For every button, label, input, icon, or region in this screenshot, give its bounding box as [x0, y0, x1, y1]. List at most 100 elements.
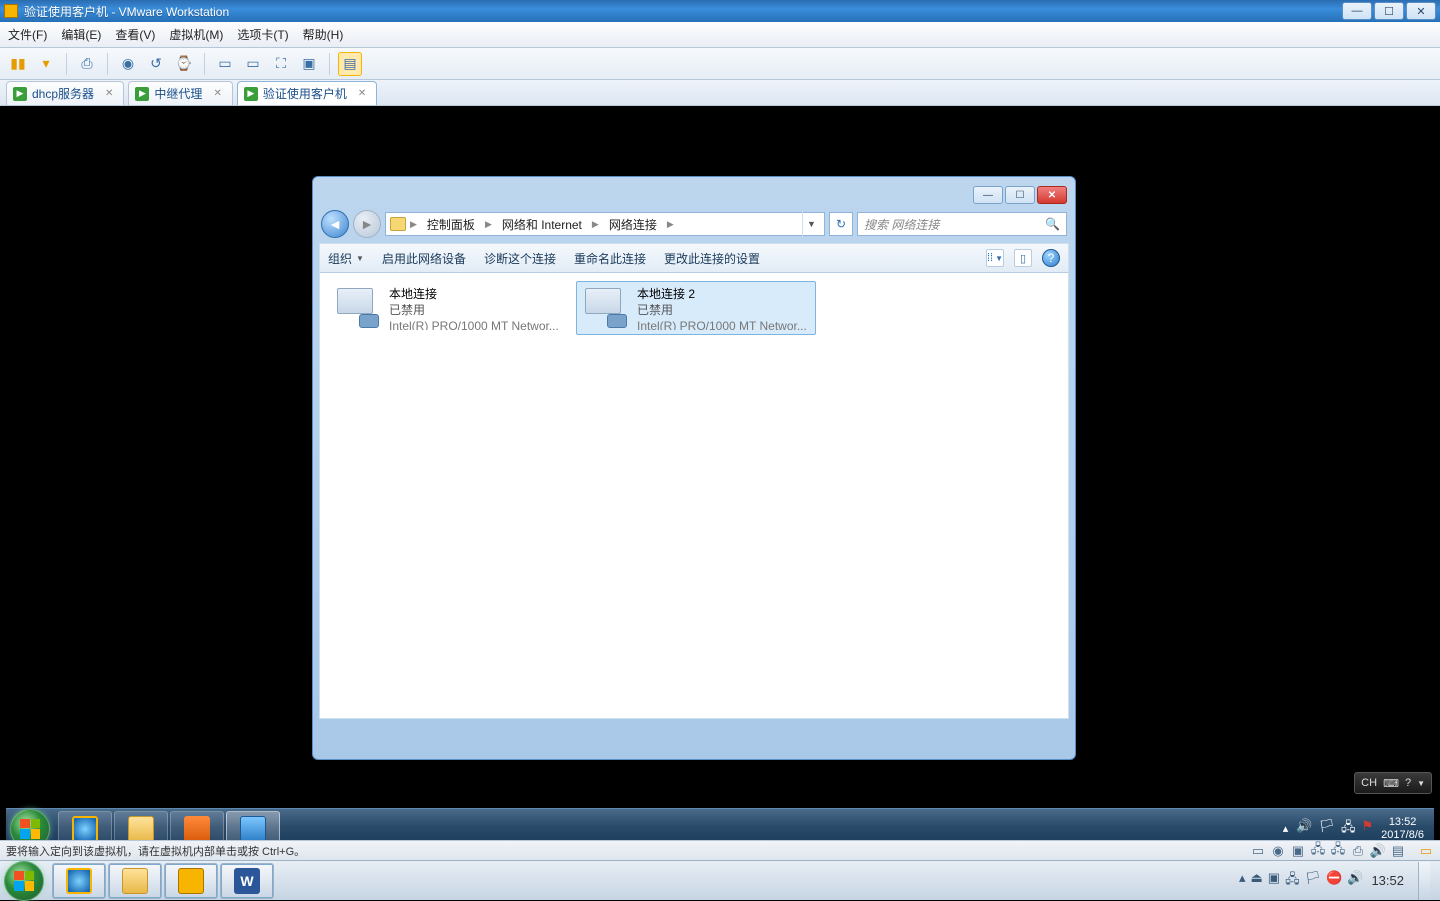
connection-item[interactable]: 本地连接 已禁用 Intel(R) PRO/1000 MT Networ... [328, 281, 568, 335]
device-message-icon[interactable]: ▭ [1418, 844, 1434, 858]
address-bar[interactable]: ▶ 控制面板 ▶ 网络和 Internet ▶ 网络连接 ▶ ▼ [385, 212, 825, 236]
breadcrumb-leaf[interactable]: 网络连接 [603, 216, 663, 233]
tray-action-icon[interactable]: 🏳 [1305, 870, 1322, 892]
tab-close-icon[interactable]: ✕ [105, 88, 113, 99]
menu-help[interactable]: 帮助(H) [303, 26, 344, 43]
snapshot-revert-icon[interactable]: ↺ [144, 52, 168, 76]
tray-action-center-icon[interactable]: 🏳 [1319, 818, 1336, 840]
snapshot-take-icon[interactable]: ◉ [116, 52, 140, 76]
vm-console[interactable]: — ☐ ✕ ◄ ► ▶ 控制面板 ▶ 网络和 Internet ▶ 网络连接 ▶… [0, 106, 1440, 854]
preview-pane-icon[interactable]: ▯ [1014, 249, 1032, 267]
view-unity-icon[interactable]: ▣ [297, 52, 321, 76]
vm-tab-client[interactable]: ▶ 验证使用客户机 ✕ [237, 81, 377, 105]
device-cd-icon[interactable]: ◉ [1270, 844, 1286, 858]
vm-tab-relay[interactable]: ▶ 中继代理 ✕ [128, 81, 232, 105]
menu-tabs[interactable]: 选项卡(T) [237, 26, 288, 43]
view-multi-icon[interactable]: ▭ [241, 52, 265, 76]
stop-icon[interactable]: ▾ [34, 52, 58, 76]
pause-icon[interactable]: ▮▮ [6, 52, 30, 76]
device-hdd-icon[interactable]: ▭ [1250, 844, 1266, 858]
host-taskbar-vmware[interactable] [164, 863, 218, 899]
view-console-icon[interactable]: ▭ [213, 52, 237, 76]
guest-clock[interactable]: 13:52 2017/8/6 [1381, 816, 1424, 842]
host-taskbar-explorer[interactable] [108, 863, 162, 899]
cmd-enable-device[interactable]: 启用此网络设备 [382, 250, 466, 267]
view-fullscreen-icon[interactable]: ⛶ [269, 52, 293, 76]
device-printer-icon[interactable]: ▤ [1390, 844, 1406, 858]
cmd-rename[interactable]: 重命名此连接 [574, 250, 646, 267]
cmd-change-settings[interactable]: 更改此连接的设置 [664, 250, 760, 267]
ime-chevron-icon[interactable]: ▼ [1417, 779, 1425, 788]
tab-close-icon[interactable]: ✕ [213, 88, 221, 99]
show-desktop-button[interactable] [1418, 862, 1430, 900]
menu-file[interactable]: 文件(F) [8, 26, 47, 43]
view-thumbnail-icon[interactable]: ▤ [338, 52, 362, 76]
device-network-icon[interactable]: 🖧 [1310, 844, 1326, 858]
host-system-tray: ▴ ⏏ ▣ 🖧 🏳 ⛔ 🔊 13:52 [1239, 862, 1436, 900]
chevron-down-icon: ▼ [356, 254, 364, 263]
device-network2-icon[interactable]: 🖧 [1330, 844, 1346, 858]
tray-network-icon[interactable]: 🖧 [1341, 818, 1356, 840]
breadcrumb-sep-icon: ▶ [485, 219, 492, 230]
search-input[interactable]: 搜索 网络连接 🔍 [857, 212, 1067, 236]
maximize-button[interactable]: ☐ [1374, 2, 1404, 20]
vmware-window-title: 验证使用客户机 - VMware Workstation [24, 3, 1342, 20]
connection-item-selected[interactable]: 本地连接 2 已禁用 Intel(R) PRO/1000 MT Networ..… [576, 281, 816, 335]
word-icon: W [234, 868, 260, 894]
nav-back-button[interactable]: ◄ [321, 210, 349, 238]
vmware-app-icon [4, 4, 18, 18]
ime-keyboard-icon[interactable]: ⌨ [1383, 777, 1399, 790]
minimize-button[interactable]: — [1342, 2, 1372, 20]
tray-volume-icon[interactable]: 🔊 [1296, 818, 1312, 840]
guest-maximize-button[interactable]: ☐ [1005, 186, 1035, 204]
tray-volume-icon[interactable]: 🔊 [1347, 870, 1363, 892]
device-floppy-icon[interactable]: ▣ [1290, 844, 1306, 858]
guest-close-button[interactable]: ✕ [1037, 186, 1067, 204]
tray-chevron-icon[interactable]: ▴ [1239, 870, 1246, 892]
ime-language-bar[interactable]: CH ⌨ ? ▼ [1354, 772, 1432, 794]
command-bar: 组织▼ 启用此网络设备 诊断这个连接 重命名此连接 更改此连接的设置 ⁞⁞▼ ▯… [319, 243, 1069, 273]
vmware-title-bar: 验证使用客户机 - VMware Workstation — ☐ ✕ [0, 0, 1440, 22]
tray-security-icon[interactable]: ⚑ [1362, 818, 1374, 840]
breadcrumb-sep-icon: ▶ [592, 219, 599, 230]
address-dropdown-icon[interactable]: ▼ [802, 212, 820, 236]
menu-vm[interactable]: 虚拟机(M) [169, 26, 223, 43]
host-taskbar-word[interactable]: W [220, 863, 274, 899]
tray-network-icon[interactable]: 🖧 [1285, 870, 1300, 892]
device-usb-icon[interactable]: ⎙ [1350, 844, 1366, 858]
content-area[interactable]: 本地连接 已禁用 Intel(R) PRO/1000 MT Networ... … [319, 273, 1069, 719]
vm-tab-dhcp[interactable]: ▶ dhcp服务器 ✕ [6, 81, 124, 105]
refresh-button[interactable]: ↻ [829, 212, 853, 236]
vmware-tab-bar: ▶ dhcp服务器 ✕ ▶ 中继代理 ✕ ▶ 验证使用客户机 ✕ [0, 80, 1440, 106]
ime-options-icon[interactable]: ? [1405, 777, 1411, 789]
cmd-diagnose[interactable]: 诊断这个连接 [484, 250, 556, 267]
menu-view[interactable]: 查看(V) [115, 26, 155, 43]
folder-icon [390, 217, 406, 231]
host-taskbar-ie[interactable] [52, 863, 106, 899]
connection-device: Intel(R) PRO/1000 MT Networ... [637, 318, 811, 330]
tray-blocked-icon[interactable]: ⛔ [1326, 870, 1342, 892]
host-start-button[interactable] [4, 861, 44, 901]
tab-close-icon[interactable]: ✕ [358, 88, 366, 99]
view-options-icon[interactable]: ⁞⁞▼ [986, 249, 1004, 267]
tray-vmware-icon[interactable]: ▣ [1268, 870, 1280, 892]
ime-language-label: CH [1361, 777, 1377, 789]
vm-power-on-icon: ▶ [244, 87, 258, 101]
tray-chevron-icon[interactable]: ▴ [1283, 822, 1289, 835]
device-sound-icon[interactable]: 🔊 [1370, 844, 1386, 858]
guest-minimize-button[interactable]: — [973, 186, 1003, 204]
breadcrumb-sep-icon: ▶ [410, 219, 417, 230]
nav-forward-button[interactable]: ► [353, 210, 381, 238]
snapshot-manage-icon[interactable]: ⌚ [172, 52, 196, 76]
tray-safely-remove-icon[interactable]: ⏏ [1250, 870, 1262, 892]
breadcrumb-mid[interactable]: 网络和 Internet [496, 216, 588, 233]
menu-edit[interactable]: 编辑(E) [61, 26, 101, 43]
breadcrumb-root[interactable]: 控制面板 [421, 216, 481, 233]
close-button[interactable]: ✕ [1406, 2, 1436, 20]
ie-icon [72, 816, 98, 842]
vmware-icon [178, 868, 204, 894]
cmd-organize[interactable]: 组织▼ [328, 250, 364, 267]
help-icon[interactable]: ? [1042, 249, 1060, 267]
host-clock[interactable]: 13:52 [1371, 873, 1404, 888]
snapshot-icon[interactable]: ⎙ [75, 52, 99, 76]
